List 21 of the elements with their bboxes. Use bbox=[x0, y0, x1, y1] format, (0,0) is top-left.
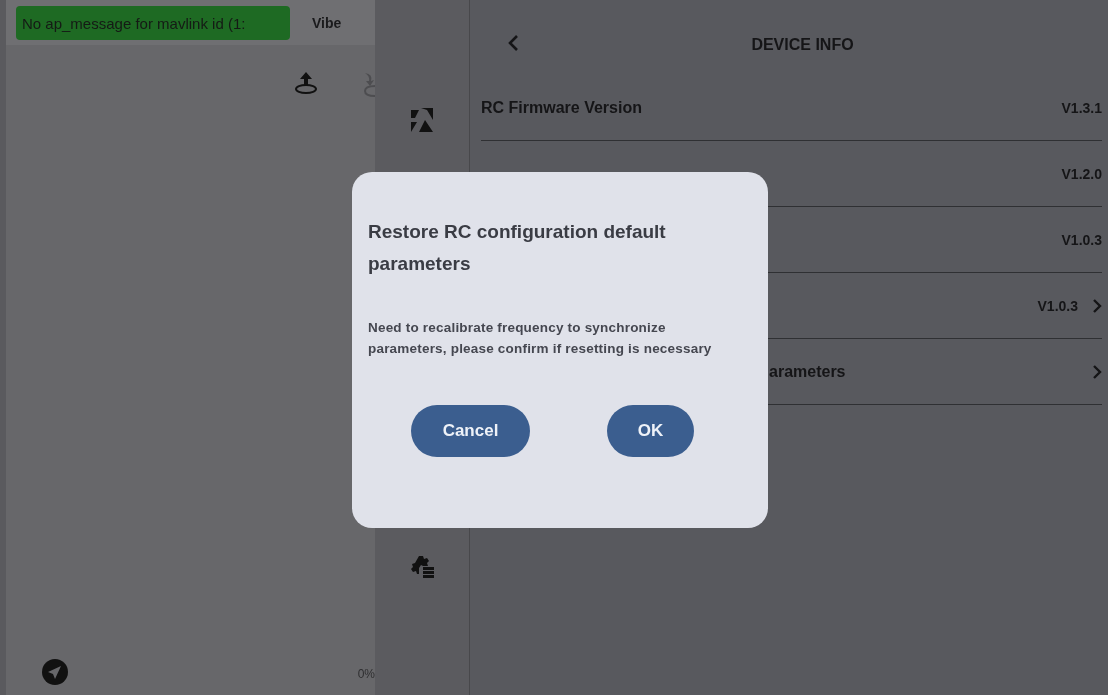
version-value: V1.3.1 bbox=[1061, 99, 1102, 116]
version-value: V1.0.3 bbox=[1037, 297, 1078, 314]
version-value: V1.0.3 bbox=[1061, 231, 1102, 248]
chevron-right-icon[interactable] bbox=[1092, 297, 1102, 314]
page-title: DEVICE INFO bbox=[751, 36, 854, 55]
vibe-label: Vibe bbox=[312, 14, 342, 31]
photo-icon[interactable] bbox=[411, 108, 433, 132]
upload-icon[interactable] bbox=[293, 71, 319, 95]
ok-button[interactable]: OK bbox=[607, 405, 694, 457]
cancel-button[interactable]: Cancel bbox=[411, 405, 530, 457]
version-value: V1.2.0 bbox=[1061, 165, 1102, 182]
row-label: arameters bbox=[769, 362, 846, 381]
send-icon[interactable] bbox=[42, 659, 68, 685]
dialog-message: Need to recalibrate frequency to synchronize parameters, please confirm if resetting is necessary bbox=[368, 319, 713, 358]
settings-list-icon[interactable] bbox=[410, 556, 434, 578]
download-icon[interactable] bbox=[363, 71, 375, 97]
back-icon[interactable] bbox=[507, 34, 519, 52]
dialog-title: Restore RC configuration default parameters bbox=[368, 220, 667, 276]
chevron-right-icon[interactable] bbox=[1092, 363, 1102, 380]
row-label: RC Firmware Version bbox=[481, 98, 642, 117]
status-toast: No ap_message for mavlink id (1: bbox=[16, 5, 290, 40]
